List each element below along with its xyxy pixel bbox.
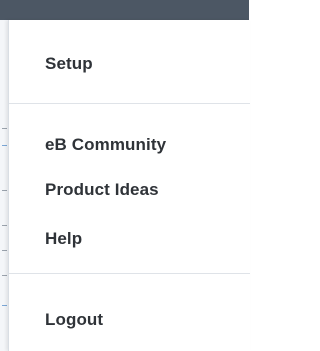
user-dropdown-menu: Setup eB Community Product Ideas Help Lo… bbox=[8, 20, 250, 351]
background-page-edge bbox=[0, 20, 8, 351]
menu-item-setup[interactable]: Setup bbox=[45, 54, 93, 74]
edge-mark bbox=[2, 250, 7, 251]
menu-divider bbox=[9, 103, 250, 104]
edge-mark bbox=[2, 190, 7, 191]
menu-item-logout[interactable]: Logout bbox=[45, 310, 103, 330]
menu-item-product-ideas[interactable]: Product Ideas bbox=[45, 180, 159, 200]
edge-mark bbox=[2, 305, 7, 306]
edge-mark bbox=[2, 225, 7, 226]
edge-mark bbox=[2, 275, 7, 276]
top-bar bbox=[0, 0, 249, 20]
edge-mark bbox=[2, 128, 7, 129]
menu-item-eb-community[interactable]: eB Community bbox=[45, 135, 166, 155]
edge-mark bbox=[2, 145, 7, 146]
menu-item-help[interactable]: Help bbox=[45, 229, 82, 249]
menu-divider bbox=[9, 273, 250, 274]
